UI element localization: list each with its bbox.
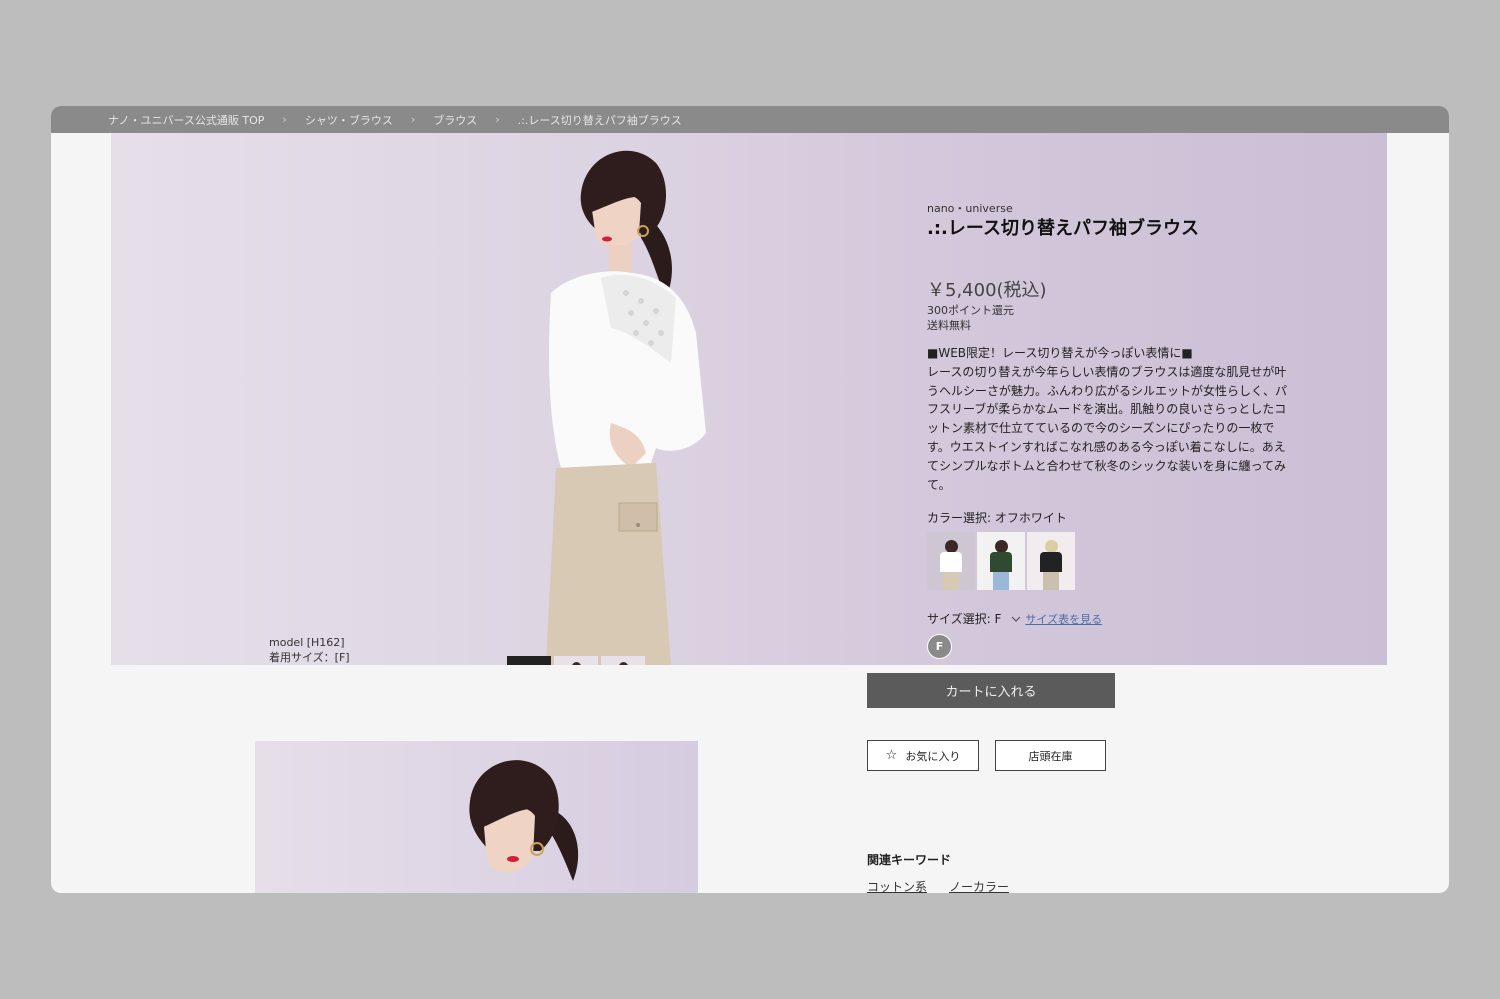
keyword-link-cotton[interactable]: コットン系 [867, 878, 927, 893]
breadcrumb-separator: › [495, 113, 500, 126]
add-to-cart-button[interactable]: カートに入れる [867, 673, 1115, 708]
related-keywords-heading: 関連キーワード [867, 853, 952, 867]
detail-photo-model [469, 760, 579, 881]
breadcrumb-separator: › [282, 113, 287, 126]
browser-window: ナノ・ユニバース公式通販 TOP › シャツ・ブラウス › ブラウス › .:.… [51, 106, 1449, 893]
star-icon: ☆ [885, 748, 898, 763]
breadcrumb-current-product: .:.レース切り替えパフ袖ブラウス [517, 113, 682, 127]
thumbnail-strip [333, 626, 790, 665]
breadcrumb-shirts-blouses-link[interactable]: シャツ・ブラウス [305, 112, 393, 128]
related-keywords-list: コットン系 ノーカラー [867, 878, 1009, 893]
favorite-button-label: お気に入り [905, 749, 961, 763]
product-actions: カートに入れる ☆ お気に入り 店頭在庫 関連キーワード コットン系 ノーカラー [867, 133, 1267, 893]
breadcrumb-blouse-link[interactable]: ブラウス [433, 112, 477, 128]
breadcrumb-separator: › [410, 113, 416, 126]
store-stock-button[interactable]: 店頭在庫 [995, 740, 1106, 771]
breadcrumb: ナノ・ユニバース公式通販 TOP › シャツ・ブラウス › ブラウス › .:.… [51, 106, 1449, 133]
thumbnail[interactable] [554, 656, 598, 665]
thumbnail[interactable] [507, 656, 551, 665]
thumbnail[interactable] [601, 656, 645, 665]
detail-photo [255, 741, 698, 893]
breadcrumb-home-link[interactable]: ナノ・ユニバース公式通販 TOP [108, 112, 264, 128]
favorite-button[interactable]: ☆ お気に入り [867, 740, 979, 771]
keyword-link-no-collar[interactable]: ノーカラー [949, 878, 1009, 893]
model-photo [546, 150, 706, 665]
